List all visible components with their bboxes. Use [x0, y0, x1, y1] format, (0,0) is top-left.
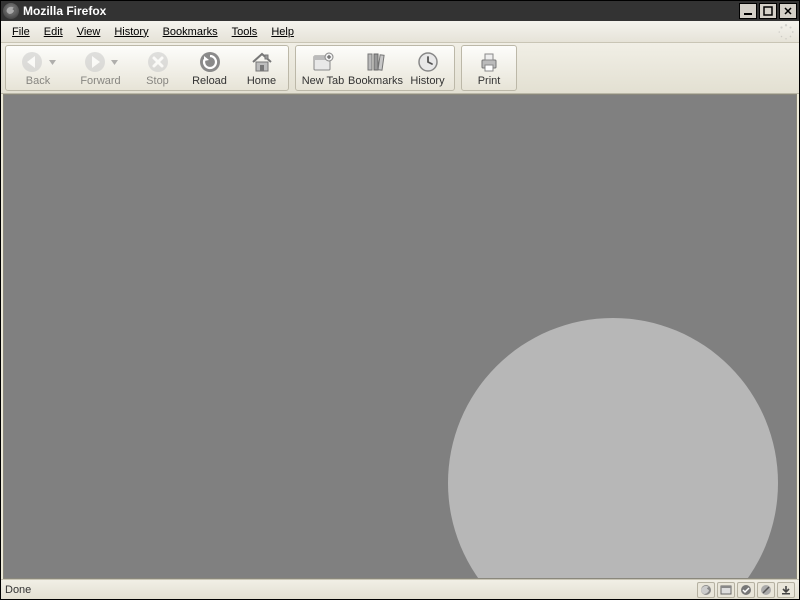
- menu-tools[interactable]: Tools: [225, 24, 265, 40]
- page-circle-graphic[interactable]: [448, 318, 778, 579]
- window-title: Mozilla Firefox: [23, 4, 106, 18]
- nav-group: Back Forward Stop: [5, 45, 289, 91]
- back-dropdown-icon[interactable]: [48, 50, 56, 74]
- print-button[interactable]: Print: [463, 47, 515, 89]
- status-script-icon[interactable]: [737, 582, 755, 598]
- menu-edit[interactable]: Edit: [37, 24, 70, 40]
- page-viewport[interactable]: [3, 94, 797, 579]
- status-icons: [697, 582, 795, 598]
- home-button[interactable]: Home: [235, 47, 287, 89]
- toolbar: Back Forward Stop: [1, 43, 799, 94]
- close-button[interactable]: [779, 3, 797, 19]
- reload-button[interactable]: Reload: [183, 47, 235, 89]
- bookmarks-button[interactable]: Bookmarks: [349, 47, 401, 89]
- maximize-button[interactable]: [759, 3, 777, 19]
- statusbar: Done: [1, 579, 799, 599]
- menubar: File Edit View History Bookmarks Tools H…: [1, 21, 799, 43]
- menu-view[interactable]: View: [70, 24, 108, 40]
- firefox-icon: [3, 3, 19, 19]
- minimize-button[interactable]: [739, 3, 757, 19]
- forward-button[interactable]: Forward: [69, 47, 131, 89]
- window-controls: [739, 3, 797, 19]
- status-firefox-icon[interactable]: [697, 582, 715, 598]
- stop-icon: [145, 50, 171, 74]
- forward-arrow-icon: [83, 50, 109, 74]
- back-button[interactable]: Back: [7, 47, 69, 89]
- throbber-icon: [777, 23, 795, 41]
- status-text: Done: [5, 584, 697, 596]
- titlebar: Mozilla Firefox: [1, 1, 799, 21]
- history-button[interactable]: History: [401, 47, 453, 89]
- status-window-icon[interactable]: [717, 582, 735, 598]
- reload-icon: [197, 50, 223, 74]
- print-group: Print: [461, 45, 517, 91]
- stop-button[interactable]: Stop: [131, 47, 183, 89]
- page-group: New Tab Bookmarks History: [295, 45, 455, 91]
- browser-window: Mozilla Firefox File Edit View History B…: [0, 0, 800, 600]
- status-download-icon[interactable]: [777, 582, 795, 598]
- forward-dropdown-icon[interactable]: [111, 50, 119, 74]
- status-block-icon[interactable]: [757, 582, 775, 598]
- back-arrow-icon: [20, 50, 46, 74]
- bookmarks-icon: [363, 50, 389, 74]
- menu-bookmarks[interactable]: Bookmarks: [156, 24, 225, 40]
- newtab-button[interactable]: New Tab: [297, 47, 349, 89]
- menu-help[interactable]: Help: [264, 24, 301, 40]
- menu-history[interactable]: History: [107, 24, 155, 40]
- home-icon: [249, 50, 275, 74]
- print-icon: [476, 50, 502, 74]
- history-icon: [415, 50, 441, 74]
- newtab-icon: [310, 50, 336, 74]
- menu-file[interactable]: File: [5, 24, 37, 40]
